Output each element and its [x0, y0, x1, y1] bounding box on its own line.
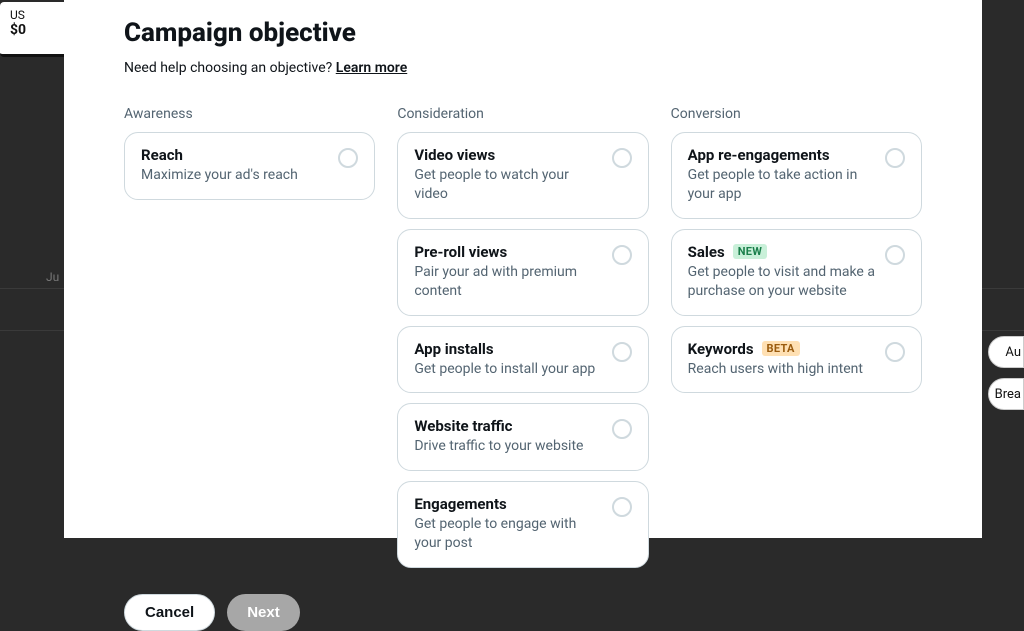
- card-text: App installs Get people to install your …: [414, 340, 611, 379]
- card-desc: Get people to visit and make a purchase …: [688, 263, 875, 301]
- card-text: Engagements Get people to engage with yo…: [414, 495, 611, 553]
- cancel-button[interactable]: Cancel: [124, 594, 215, 631]
- card-title: Website traffic: [414, 417, 601, 435]
- card-website-traffic[interactable]: Website traffic Drive traffic to your we…: [397, 403, 648, 471]
- bg-tick-ju: Ju: [46, 270, 59, 284]
- beta-badge: BETA: [762, 341, 800, 356]
- card-title: Video views: [414, 146, 601, 164]
- card-desc: Maximize your ad's reach: [141, 166, 328, 185]
- card-title: App installs: [414, 340, 601, 358]
- column-awareness: Awareness Reach Maximize your ad's reach: [124, 106, 375, 578]
- campaign-objective-modal: Campaign objective Need help choosing an…: [64, 0, 982, 538]
- card-sales[interactable]: Sales NEW Get people to visit and make a…: [671, 229, 922, 316]
- card-title-text: Keywords: [688, 340, 754, 358]
- card-title: Engagements: [414, 495, 601, 513]
- learn-more-link[interactable]: Learn more: [336, 60, 407, 76]
- next-button[interactable]: Next: [227, 594, 300, 631]
- radio-engagements[interactable]: [612, 497, 632, 517]
- column-header-conversion: Conversion: [671, 106, 922, 122]
- radio-website-traffic[interactable]: [612, 419, 632, 439]
- bg-amount: $0: [10, 22, 60, 38]
- card-desc: Reach users with high intent: [688, 360, 875, 379]
- card-desc: Get people to take action in your app: [688, 166, 875, 204]
- column-header-awareness: Awareness: [124, 106, 375, 122]
- card-title: Pre-roll views: [414, 243, 601, 261]
- card-text: App re-engagements Get people to take ac…: [688, 146, 885, 204]
- objective-columns: Awareness Reach Maximize your ad's reach…: [124, 106, 922, 578]
- card-desc: Pair your ad with premium content: [414, 263, 601, 301]
- radio-keywords[interactable]: [885, 342, 905, 362]
- card-title: Sales NEW: [688, 243, 875, 261]
- card-title: Reach: [141, 146, 328, 164]
- card-desc: Get people to install your app: [414, 360, 601, 379]
- column-conversion: Conversion App re-engagements Get people…: [671, 106, 922, 578]
- card-text: Website traffic Drive traffic to your we…: [414, 417, 611, 456]
- card-text: Reach Maximize your ad's reach: [141, 146, 338, 185]
- card-title: App re-engagements: [688, 146, 875, 164]
- bg-spend-chip: US $0: [0, 2, 70, 57]
- card-desc: Get people to watch your video: [414, 166, 601, 204]
- radio-video-views[interactable]: [612, 148, 632, 168]
- radio-reach[interactable]: [338, 148, 358, 168]
- card-text: Sales NEW Get people to visit and make a…: [688, 243, 885, 301]
- bg-button-brea: Brea: [988, 378, 1024, 410]
- card-title: Keywords BETA: [688, 340, 875, 358]
- column-header-consideration: Consideration: [397, 106, 648, 122]
- column-consideration: Consideration Video views Get people to …: [397, 106, 648, 578]
- card-engagements[interactable]: Engagements Get people to engage with yo…: [397, 481, 648, 568]
- card-keywords[interactable]: Keywords BETA Reach users with high inte…: [671, 326, 922, 394]
- card-text: Pre-roll views Pair your ad with premium…: [414, 243, 611, 301]
- radio-app-installs[interactable]: [612, 342, 632, 362]
- card-title-text: Sales: [688, 243, 725, 261]
- card-reach[interactable]: Reach Maximize your ad's reach: [124, 132, 375, 200]
- new-badge: NEW: [733, 244, 767, 259]
- card-text: Keywords BETA Reach users with high inte…: [688, 340, 885, 379]
- card-desc: Drive traffic to your website: [414, 437, 601, 456]
- card-text: Video views Get people to watch your vid…: [414, 146, 611, 204]
- card-preroll-views[interactable]: Pre-roll views Pair your ad with premium…: [397, 229, 648, 316]
- card-app-installs[interactable]: App installs Get people to install your …: [397, 326, 648, 394]
- bg-us-label: US: [10, 8, 60, 22]
- page-title: Campaign objective: [124, 18, 922, 48]
- card-app-reengagements[interactable]: App re-engagements Get people to take ac…: [671, 132, 922, 219]
- radio-app-reengagements[interactable]: [885, 148, 905, 168]
- card-desc: Get people to engage with your post: [414, 515, 601, 553]
- modal-footer: Cancel Next: [124, 594, 922, 631]
- help-text: Need help choosing an objective?: [124, 60, 336, 76]
- radio-sales[interactable]: [885, 245, 905, 265]
- card-video-views[interactable]: Video views Get people to watch your vid…: [397, 132, 648, 219]
- bg-button-au: Au: [988, 336, 1024, 368]
- help-line: Need help choosing an objective? Learn m…: [124, 60, 922, 76]
- radio-preroll-views[interactable]: [612, 245, 632, 265]
